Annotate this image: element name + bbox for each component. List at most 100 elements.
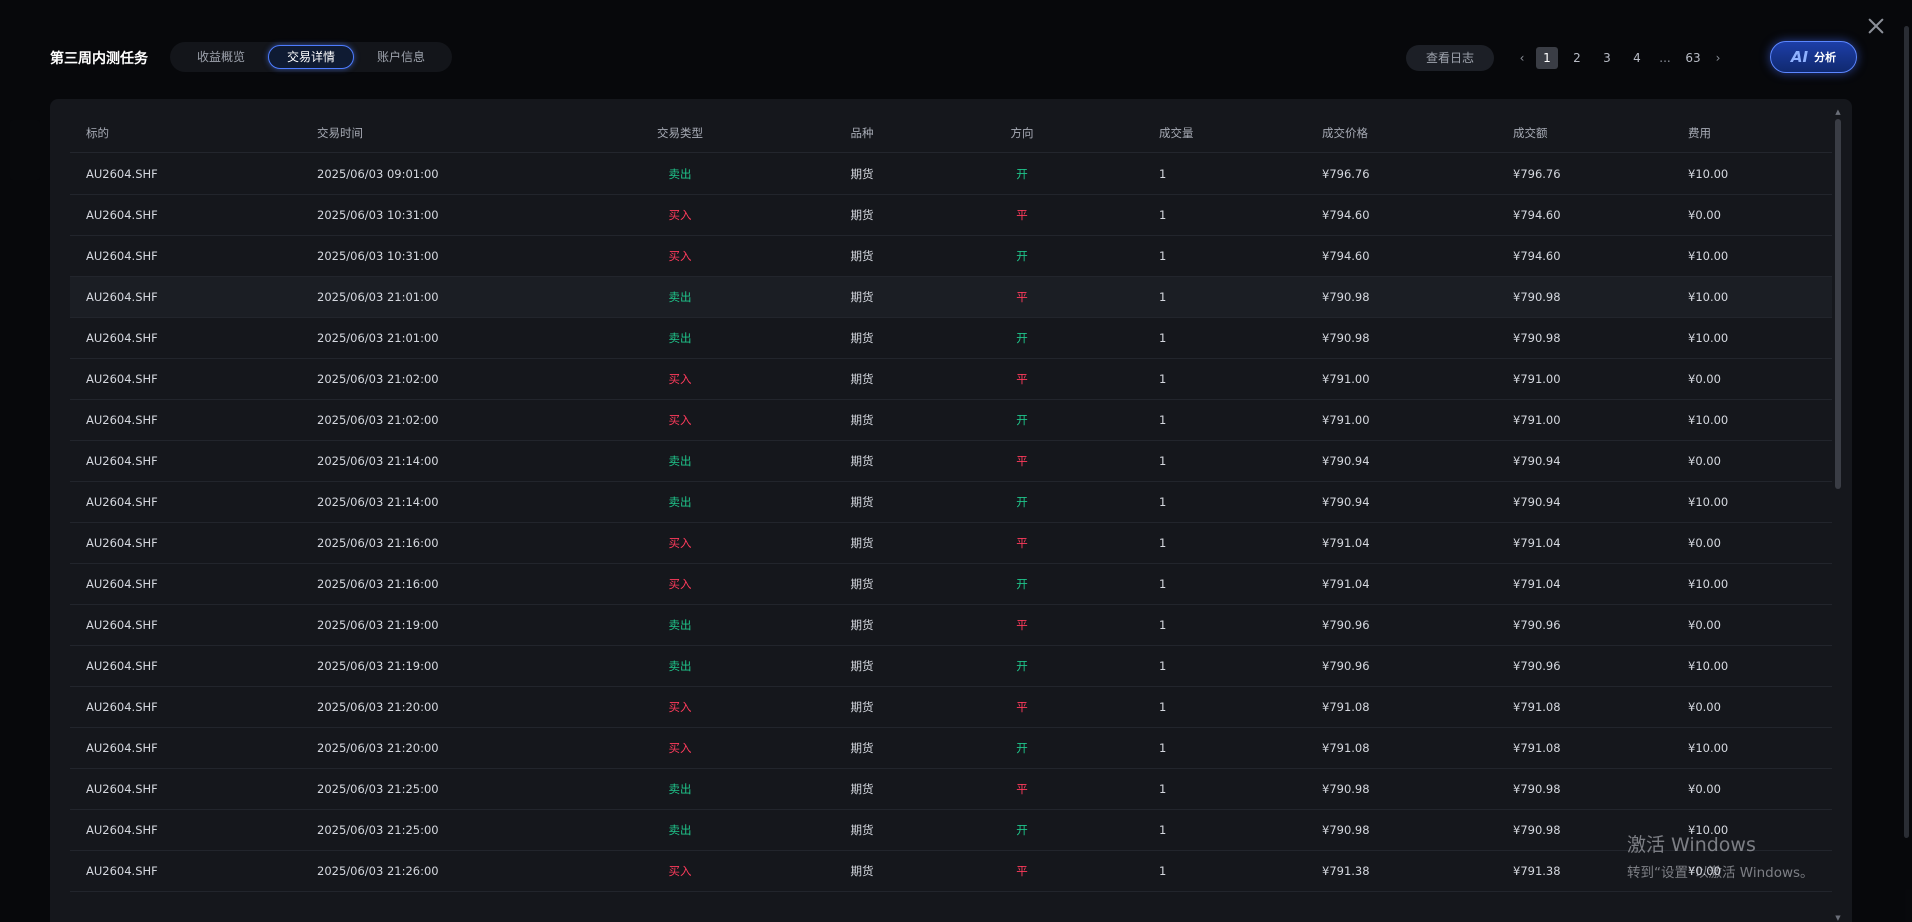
page-ellipsis[interactable]: ... (1652, 51, 1678, 65)
cell-qty: 1 (1159, 167, 1167, 181)
page-1[interactable]: 1 (1536, 47, 1558, 69)
cell-type: 买入 (668, 577, 692, 591)
cell-symbol: AU2604.SHF (86, 331, 158, 345)
table-row[interactable]: AU2604.SHF 2025/06/03 21:20:00 买入 期货 开 1 ¥791.… (70, 728, 1832, 769)
cell-type: 卖出 (668, 782, 692, 796)
page-3[interactable]: 3 (1592, 46, 1622, 70)
table-row[interactable]: AU2604.SHF 2025/06/03 21:20:00 买入 期货 平 1 ¥791.… (70, 687, 1832, 728)
page-2[interactable]: 2 (1562, 46, 1592, 70)
table-row[interactable]: AU2604.SHF 2025/06/03 21:19:00 卖出 期货 平 1 ¥790.… (70, 605, 1832, 646)
col-header-symbol: 标的 (86, 125, 109, 140)
scroll-down-icon[interactable]: ▼ (1835, 915, 1841, 922)
ai-analysis-label: 分析 (1814, 51, 1837, 64)
cell-direction: 开 (1016, 823, 1028, 837)
col-header-type: 交易类型 (657, 125, 703, 140)
cell-symbol: AU2604.SHF (86, 454, 158, 468)
table-row[interactable]: AU2604.SHF 2025/06/03 21:25:00 卖出 期货 开 1 ¥790.… (70, 810, 1832, 851)
tab-trade-details[interactable]: 交易详情 (268, 45, 355, 69)
close-icon[interactable] (1866, 16, 1886, 36)
table-row[interactable]: AU2604.SHF 2025/06/03 21:16:00 买入 期货 平 1 ¥791.… (70, 523, 1832, 564)
cell-symbol: AU2604.SHF (86, 167, 158, 181)
table-row[interactable]: AU2604.SHF 2025/06/03 21:02:00 买入 期货 开 1 ¥791.… (70, 400, 1832, 441)
table-row[interactable]: AU2604.SHF 2025/06/03 21:02:00 买入 期货 平 1 ¥791.… (70, 359, 1832, 400)
table-row[interactable]: AU2604.SHF 2025/06/03 10:31:00 买入 期货 开 1 ¥794.… (70, 236, 1832, 277)
cell-price: ¥790.98 (1322, 782, 1370, 796)
page-last[interactable]: 63 (1678, 46, 1708, 70)
cell-amount: ¥791.04 (1513, 536, 1561, 550)
cell-qty: 1 (1159, 659, 1167, 673)
cell-qty: 1 (1159, 249, 1167, 263)
cell-type: 买入 (668, 413, 692, 427)
cell-symbol: AU2604.SHF (86, 823, 158, 837)
chevron-right-icon[interactable]: › (1708, 51, 1728, 65)
cell-type: 卖出 (668, 331, 692, 345)
table-row[interactable]: AU2604.SHF 2025/06/03 21:25:00 卖出 期货 平 1 ¥790.… (70, 769, 1832, 810)
cell-amount: ¥790.94 (1513, 454, 1561, 468)
cell-amount: ¥791.00 (1513, 372, 1561, 386)
cell-type: 买入 (668, 536, 692, 550)
cell-type: 买入 (668, 372, 692, 386)
windows-activation-watermark: 激活 Windows 转到“设置”以激活 Windows。 (1627, 830, 1814, 881)
cell-amount: ¥791.08 (1513, 700, 1561, 714)
cell-amount: ¥794.60 (1513, 249, 1561, 263)
ai-analysis-button[interactable]: AI 分析 (1770, 41, 1857, 73)
col-header-fee: 费用 (1688, 125, 1711, 140)
cell-symbol: AU2604.SHF (86, 618, 158, 632)
cell-direction: 平 (1016, 782, 1028, 796)
cell-price: ¥791.08 (1322, 700, 1370, 714)
table-scrollbar[interactable]: ▲ ▼ (1835, 109, 1841, 922)
cell-amount: ¥790.96 (1513, 659, 1561, 673)
cell-qty: 1 (1159, 741, 1167, 755)
cell-time: 2025/06/03 21:16:00 (317, 536, 439, 550)
cell-symbol: AU2604.SHF (86, 495, 158, 509)
cell-symbol: AU2604.SHF (86, 290, 158, 304)
cell-price: ¥790.98 (1322, 290, 1370, 304)
ai-logo-icon: AI (1790, 48, 1809, 66)
cell-amount: ¥791.38 (1513, 864, 1561, 878)
cell-kind: 期货 (850, 331, 874, 345)
chevron-left-icon[interactable]: ‹ (1512, 51, 1532, 65)
col-header-amount: 成交额 (1513, 125, 1548, 140)
page-4[interactable]: 4 (1622, 46, 1652, 70)
scroll-up-icon[interactable]: ▲ (1835, 109, 1841, 116)
cell-direction: 开 (1016, 331, 1028, 345)
page-scrollbar[interactable] (1904, 26, 1909, 838)
cell-fee: ¥0.00 (1688, 782, 1721, 796)
cell-direction: 开 (1016, 659, 1028, 673)
tab-overview[interactable]: 收益概览 (178, 45, 264, 69)
cell-type: 卖出 (668, 167, 692, 181)
cell-qty: 1 (1159, 372, 1167, 386)
cell-kind: 期货 (850, 167, 874, 181)
table-row[interactable]: AU2604.SHF 2025/06/03 09:01:00 卖出 期货 开 1 ¥796.… (70, 154, 1832, 195)
table-row[interactable]: AU2604.SHF 2025/06/03 21:14:00 卖出 期货 平 1 ¥790.… (70, 441, 1832, 482)
table-row[interactable]: AU2604.SHF 2025/06/03 21:14:00 卖出 期货 开 1 ¥790.… (70, 482, 1832, 523)
cell-price: ¥791.04 (1322, 536, 1370, 550)
cell-kind: 期货 (850, 659, 874, 673)
scroll-thumb[interactable] (1835, 119, 1841, 489)
cell-qty: 1 (1159, 208, 1167, 222)
cell-amount: ¥791.08 (1513, 741, 1561, 755)
table-header: 标的 交易时间 交易类型 品种 方向 成交量 成交价格 成交额 费用 (70, 113, 1832, 153)
table-row[interactable]: AU2604.SHF 2025/06/03 21:01:00 卖出 期货 开 1 ¥790.… (70, 318, 1832, 359)
table-row[interactable]: AU2604.SHF 2025/06/03 21:16:00 买入 期货 开 1 ¥791.… (70, 564, 1832, 605)
cell-type: 买入 (668, 208, 692, 222)
cell-fee: ¥10.00 (1688, 413, 1729, 427)
cell-time: 2025/06/03 21:25:00 (317, 782, 439, 796)
table-row[interactable]: AU2604.SHF 2025/06/03 10:31:00 买入 期货 平 1 ¥794.… (70, 195, 1832, 236)
cell-symbol: AU2604.SHF (86, 782, 158, 796)
table-row[interactable]: AU2604.SHF 2025/06/03 21:26:00 买入 期货 平 1 ¥791.… (70, 851, 1832, 892)
cell-symbol: AU2604.SHF (86, 536, 158, 550)
cell-direction: 平 (1016, 536, 1028, 550)
table-row[interactable]: AU2604.SHF 2025/06/03 21:01:00 卖出 期货 平 1 ¥790.… (70, 277, 1832, 318)
cell-time: 2025/06/03 21:02:00 (317, 413, 439, 427)
cell-price: ¥790.96 (1322, 618, 1370, 632)
cell-kind: 期货 (850, 249, 874, 263)
tab-account-info[interactable]: 账户信息 (358, 45, 444, 69)
cell-symbol: AU2604.SHF (86, 577, 158, 591)
view-log-button[interactable]: 查看日志 (1406, 45, 1494, 71)
cell-amount: ¥790.94 (1513, 495, 1561, 509)
cell-price: ¥791.00 (1322, 372, 1370, 386)
cell-fee: ¥10.00 (1688, 249, 1729, 263)
table-row[interactable]: AU2604.SHF 2025/06/03 21:19:00 卖出 期货 开 1 ¥790.… (70, 646, 1832, 687)
cell-fee: ¥10.00 (1688, 659, 1729, 673)
